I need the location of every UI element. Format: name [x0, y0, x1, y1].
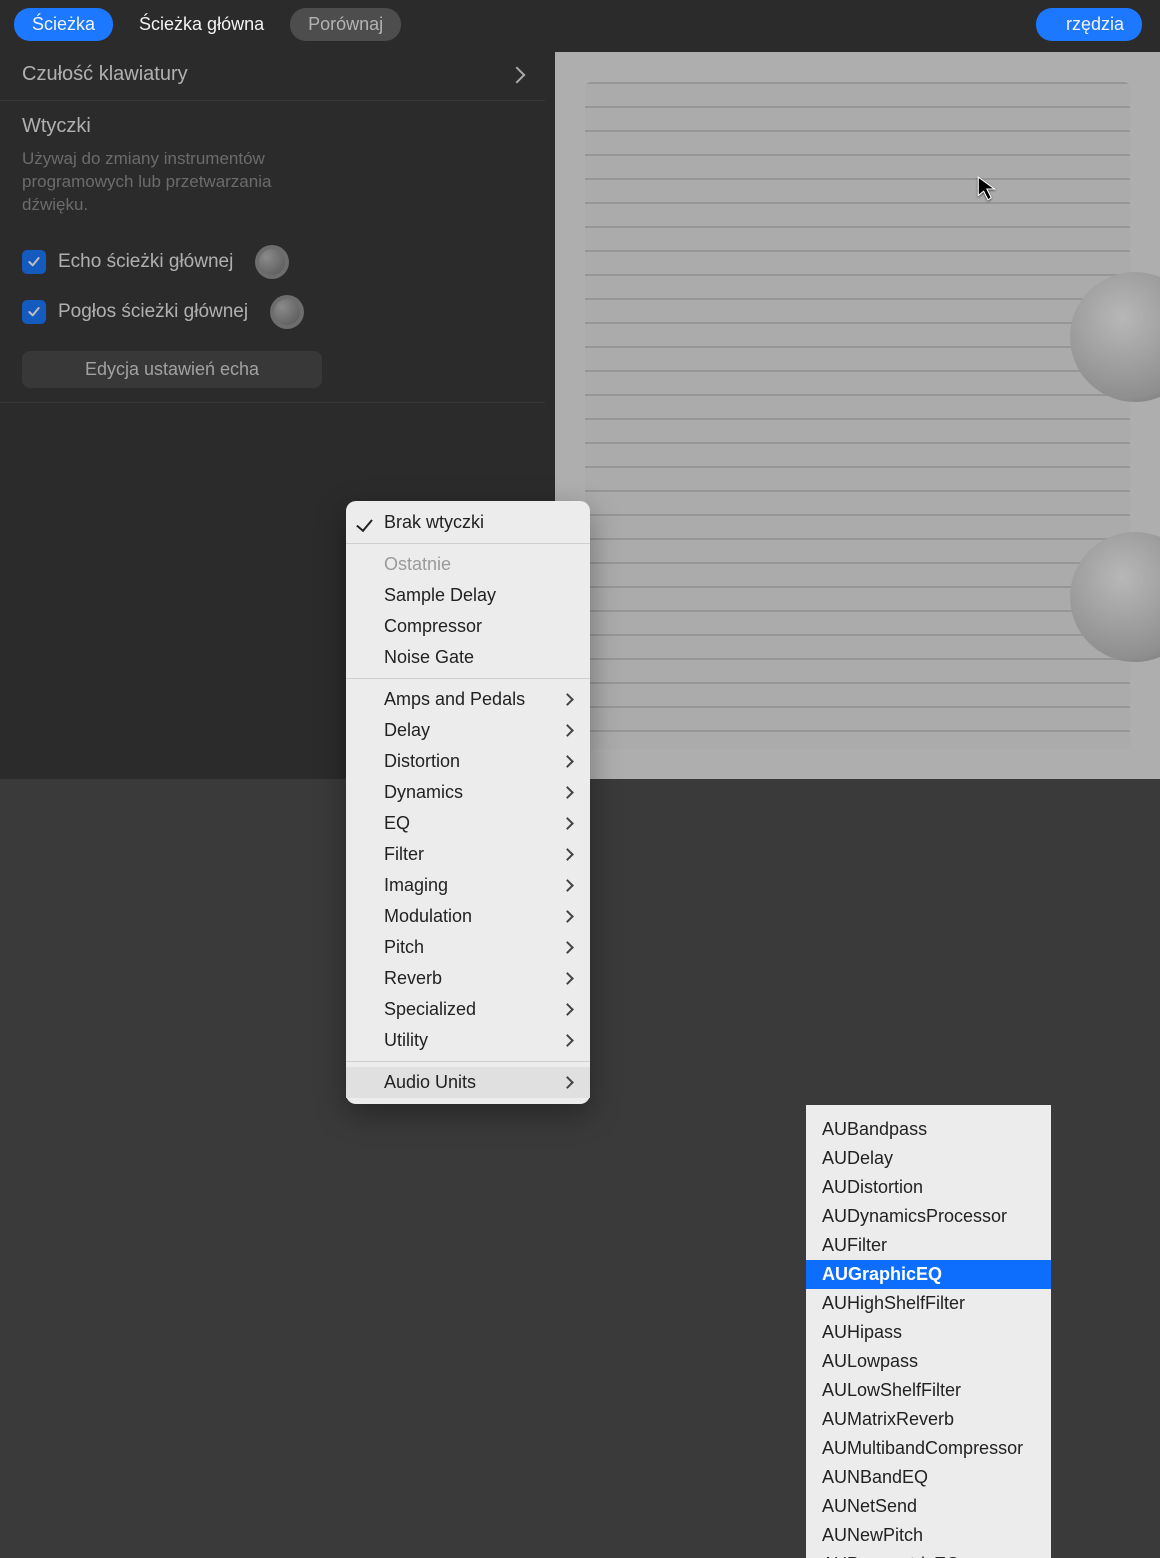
- menu-item-au-plugin[interactable]: AUDistortion: [806, 1173, 1051, 1202]
- menu-item-category[interactable]: Distortion: [346, 746, 590, 777]
- audio-units-submenu[interactable]: AUBandpassAUDelayAUDistortionAUDynamicsP…: [806, 1105, 1051, 1558]
- chevron-right-icon: [561, 848, 574, 861]
- menu-item-category[interactable]: Imaging: [346, 870, 590, 901]
- menu-item-au-plugin[interactable]: AUFilter: [806, 1231, 1051, 1260]
- compare-button[interactable]: Porównaj: [290, 8, 401, 41]
- reverb-knob[interactable]: [270, 295, 304, 329]
- echo-checkbox[interactable]: [22, 250, 46, 274]
- menu-item-category[interactable]: EQ: [346, 808, 590, 839]
- menu-separator: [346, 1061, 590, 1062]
- chevron-right-icon: [561, 879, 574, 892]
- echo-label: Echo ścieżki głównej: [58, 251, 233, 273]
- chevron-right-icon: [561, 910, 574, 923]
- menu-item-au-plugin[interactable]: AUBandpass: [806, 1115, 1051, 1144]
- menu-item-recent[interactable]: Sample Delay: [346, 580, 590, 611]
- menu-item-recent[interactable]: Noise Gate: [346, 642, 590, 673]
- tools-button[interactable]: rzędzia: [1036, 8, 1142, 41]
- menu-item-no-plugin[interactable]: Brak wtyczki: [346, 507, 590, 538]
- menu-item-recent[interactable]: Compressor: [346, 611, 590, 642]
- menu-item-au-plugin[interactable]: AUHipass: [806, 1318, 1051, 1347]
- menu-item-category[interactable]: Utility: [346, 1025, 590, 1056]
- menu-item-au-plugin[interactable]: AUNewPitch: [806, 1521, 1051, 1550]
- menu-heading-recent: Ostatnie: [346, 549, 590, 580]
- menu-item-au-plugin[interactable]: AUNetSend: [806, 1492, 1051, 1521]
- chevron-right-icon: [561, 1034, 574, 1047]
- chevron-right-icon: [561, 724, 574, 737]
- instrument-backdrop: [555, 52, 1160, 779]
- chevron-right-icon: [561, 972, 574, 985]
- plugins-header: Wtyczki: [0, 101, 545, 144]
- chevron-right-icon: [561, 755, 574, 768]
- menu-item-au-plugin[interactable]: AUParametricEQ: [806, 1550, 1051, 1558]
- menu-item-au-plugin[interactable]: AULowShelfFilter: [806, 1376, 1051, 1405]
- echo-knob[interactable]: [255, 245, 289, 279]
- menu-item-category[interactable]: Filter: [346, 839, 590, 870]
- menu-item-category[interactable]: Reverb: [346, 963, 590, 994]
- menu-item-category[interactable]: Specialized: [346, 994, 590, 1025]
- top-tab-bar: Ścieżka Ścieżka główna Porównaj rzędzia: [0, 0, 1160, 49]
- knob-decor: [1070, 272, 1160, 402]
- tab-main-track[interactable]: Ścieżka główna: [121, 8, 282, 41]
- edit-echo-settings-button[interactable]: Edycja ustawień echa: [22, 351, 322, 388]
- reverb-checkbox[interactable]: [22, 300, 46, 324]
- knob-decor: [1070, 532, 1160, 662]
- divider: [0, 402, 545, 403]
- menu-item-au-plugin[interactable]: AUDelay: [806, 1144, 1051, 1173]
- menu-item-category[interactable]: Modulation: [346, 901, 590, 932]
- menu-item-au-plugin[interactable]: AUMatrixReverb: [806, 1405, 1051, 1434]
- menu-item-au-plugin[interactable]: AUHighShelfFilter: [806, 1289, 1051, 1318]
- chevron-right-icon: [561, 1076, 574, 1089]
- reverb-label: Pogłos ścieżki głównej: [58, 301, 248, 323]
- echo-row[interactable]: Echo ścieżki głównej: [0, 237, 545, 287]
- menu-item-audio-units[interactable]: Audio Units: [346, 1067, 590, 1098]
- inspector-sidebar: Czułość klawiatury Wtyczki Używaj do zmi…: [0, 49, 545, 403]
- menu-separator: [346, 678, 590, 679]
- chevron-right-icon: [561, 817, 574, 830]
- menu-item-category[interactable]: Delay: [346, 715, 590, 746]
- menu-item-au-plugin[interactable]: AUDynamicsProcessor: [806, 1202, 1051, 1231]
- menu-item-au-plugin[interactable]: AUNBandEQ: [806, 1463, 1051, 1492]
- tab-track[interactable]: Ścieżka: [14, 8, 113, 41]
- plugins-help-text: Używaj do zmiany instrumentów programowy…: [0, 144, 330, 237]
- chevron-right-icon: [561, 786, 574, 799]
- keyboard-sensitivity-row[interactable]: Czułość klawiatury: [0, 49, 545, 101]
- menu-item-au-plugin[interactable]: AUMultibandCompressor: [806, 1434, 1051, 1463]
- chevron-right-icon: [561, 1003, 574, 1016]
- menu-separator: [346, 543, 590, 544]
- menu-item-au-plugin[interactable]: AUGraphicEQ: [806, 1260, 1051, 1289]
- keyboard-sensitivity-label: Czułość klawiatury: [22, 63, 188, 86]
- menu-item-category[interactable]: Dynamics: [346, 777, 590, 808]
- chevron-right-icon: [561, 693, 574, 706]
- chevron-right-icon: [561, 941, 574, 954]
- chevron-right-icon: [509, 66, 526, 83]
- plugin-menu[interactable]: Brak wtyczki Ostatnie Sample DelayCompre…: [346, 501, 590, 1104]
- reverb-row[interactable]: Pogłos ścieżki głównej: [0, 287, 545, 337]
- menu-item-category[interactable]: Pitch: [346, 932, 590, 963]
- menu-item-category[interactable]: Amps and Pedals: [346, 684, 590, 715]
- menu-item-au-plugin[interactable]: AULowpass: [806, 1347, 1051, 1376]
